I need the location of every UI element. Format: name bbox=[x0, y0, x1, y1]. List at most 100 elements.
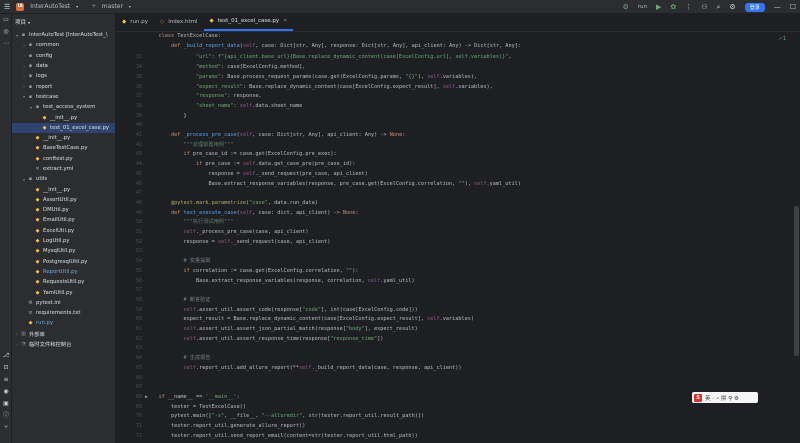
panel-dropdown-icon[interactable]: ▾ bbox=[28, 20, 30, 25]
project-tool-icon[interactable]: ▭ bbox=[0, 14, 12, 26]
tree-item[interactable]: › ▪ common bbox=[12, 40, 115, 50]
code-line[interactable]: """执行测试用例""" bbox=[146, 218, 233, 228]
editor-tab[interactable]: ◇ index.html bbox=[154, 13, 204, 31]
tree-item[interactable]: ▾ ▪ testcase bbox=[12, 92, 115, 102]
code-line[interactable]: "sheet_name": self.data.sheet_name bbox=[146, 102, 302, 112]
tree-item[interactable]: ◆ RequestsUtil.py bbox=[12, 277, 115, 287]
code-line[interactable]: pytest.main(["-s", __file__, "--alluredi… bbox=[146, 412, 424, 422]
code-line[interactable]: "method": case[ExcelConfig.method], bbox=[146, 63, 305, 73]
run-icon[interactable]: ▶ bbox=[656, 2, 661, 12]
tree-item[interactable]: › ◔ 临时文件和控制台 bbox=[12, 339, 115, 349]
code-line[interactable]: tester = TestExcelCase() bbox=[146, 403, 246, 413]
tree-item[interactable]: ✕ extract.yml bbox=[12, 164, 115, 174]
code-line[interactable]: self.report_util.add_allure_report(**sel… bbox=[146, 364, 461, 374]
code-line[interactable]: } bbox=[146, 112, 186, 122]
code-line[interactable]: if pre_case_id := case.get(ExcelConfig.p… bbox=[146, 150, 336, 160]
tree-item[interactable]: ▾ ▪ InterAutoTest [InterAutoTest_\ bbox=[12, 30, 115, 40]
code-line[interactable]: response = self._send_request(case, api_… bbox=[146, 238, 330, 248]
code-line[interactable]: Base.extract_response_variables(response… bbox=[146, 180, 520, 190]
tree-item[interactable]: ◆ conftest.py bbox=[12, 154, 115, 164]
code-line[interactable] bbox=[146, 286, 159, 296]
scrollbar-thumb[interactable] bbox=[794, 206, 799, 356]
sticky-def-line[interactable]: def _build_report_data(self, case: Dict[… bbox=[146, 42, 521, 52]
tree-item[interactable]: › ▪ config bbox=[12, 51, 115, 61]
tree-item[interactable]: ◆ YamlUtil.py bbox=[12, 287, 115, 297]
tree-item[interactable]: ◆ test_01_excel_case.py bbox=[12, 122, 115, 133]
branch-name[interactable]: master bbox=[102, 3, 123, 10]
tree-item[interactable]: › ▪ report bbox=[12, 81, 115, 91]
tree-item[interactable]: ◆ AssertUtil.py bbox=[12, 195, 115, 205]
code-line[interactable]: response = self._send_request(pre_case, … bbox=[146, 170, 367, 180]
settings-icon[interactable]: ⚙ bbox=[729, 2, 735, 12]
tree-item[interactable]: ◆ ReportUtil.py bbox=[12, 267, 115, 277]
code-line[interactable]: tester.report_util.generate_allure_repor… bbox=[146, 422, 305, 432]
editor-tab[interactable]: ◆ run.py bbox=[116, 13, 154, 31]
tree-item[interactable]: › ▪ logs bbox=[12, 71, 115, 81]
tree-item[interactable]: ◆ BaseTestCase.py bbox=[12, 143, 115, 153]
more-actions-icon[interactable]: ⋮ bbox=[685, 2, 692, 12]
run-config-icon[interactable]: ⚙ bbox=[622, 2, 628, 12]
main-menu-icon[interactable]: ☰ bbox=[4, 2, 10, 12]
code-line[interactable] bbox=[146, 383, 159, 393]
code-line[interactable] bbox=[146, 189, 159, 199]
tree-item[interactable]: ◆ DMUtil.py bbox=[12, 205, 115, 215]
tree-item[interactable]: ◆ LogUtil.py bbox=[12, 236, 115, 246]
code-line[interactable]: # 断言验证 bbox=[146, 296, 210, 306]
code-line[interactable]: self._process_pre_case(case, api_client) bbox=[146, 228, 308, 238]
branch-icon[interactable]: ⑂ bbox=[92, 3, 96, 10]
code-line[interactable]: """处理前置用例""" bbox=[146, 141, 233, 151]
code-line[interactable]: "params": Base.process_request_params(ca… bbox=[146, 73, 477, 83]
code-line[interactable] bbox=[146, 247, 159, 257]
editor-tab[interactable]: ◆ test_01_excel_case.py ✕ bbox=[203, 13, 294, 31]
maximize-icon[interactable]: ☐ bbox=[790, 2, 796, 12]
branch-dropdown-icon[interactable]: ▾ bbox=[129, 4, 131, 9]
code-line[interactable]: def _process_pre_case(self, case: Dict[s… bbox=[146, 131, 405, 141]
sticky-class-line[interactable]: class TestExcelCase: bbox=[146, 32, 221, 42]
project-name[interactable]: InterAutoTest bbox=[30, 3, 70, 10]
code-line[interactable]: self.assert_util.assert_response_time(re… bbox=[146, 335, 383, 345]
search-icon[interactable]: ⌕ bbox=[717, 2, 721, 12]
ime-toolbar[interactable]: S 英 · ∘ 拼 ⚲ ⚙ bbox=[692, 392, 758, 403]
tree-item[interactable]: ▾ ▪ test_access_system bbox=[12, 102, 115, 112]
code-line[interactable]: if correlation := case.get(ExcelConfig.c… bbox=[146, 267, 358, 277]
tree-item[interactable]: ≡ requirements.txt bbox=[12, 308, 115, 318]
code-line[interactable] bbox=[146, 344, 159, 354]
tree-item[interactable]: ◆ MysqlUtil.py bbox=[12, 246, 115, 256]
bookmarks-tool-icon[interactable]: ⎇ bbox=[0, 350, 12, 362]
git-tool-icon[interactable]: ⑂ bbox=[0, 422, 12, 434]
code-line[interactable] bbox=[146, 121, 159, 131]
code-line[interactable]: "response": response, bbox=[146, 92, 262, 102]
code-line[interactable]: def test_execute_case(self, case: dict, … bbox=[146, 209, 358, 219]
code-line[interactable]: Base.extract_response_variables(response… bbox=[146, 277, 415, 287]
close-tab-icon[interactable]: ✕ bbox=[283, 18, 287, 24]
code-line[interactable]: self.assert_util.assert_code(response["c… bbox=[146, 306, 417, 316]
code-line[interactable]: if __name__ == '__main__': bbox=[146, 393, 240, 403]
code-line[interactable]: "expect_result": Base.replace_dynamic_co… bbox=[146, 83, 493, 93]
problems-icon[interactable]: ⓘ bbox=[0, 410, 12, 422]
services-icon[interactable]: ◉ bbox=[0, 386, 12, 398]
minimize-icon[interactable]: — bbox=[774, 2, 781, 12]
tree-item[interactable]: ▾ ▪ utils bbox=[12, 174, 115, 184]
tree-item[interactable]: ◆ __init__.py bbox=[12, 184, 115, 194]
python-console-icon[interactable]: ≡ bbox=[0, 374, 12, 386]
terminal-icon[interactable]: ▣ bbox=[0, 398, 12, 410]
tree-item[interactable]: › ▪ data bbox=[12, 61, 115, 71]
code-line[interactable]: tester.report_util.send_report_email(con… bbox=[146, 432, 418, 442]
project-badge[interactable]: IA bbox=[16, 2, 25, 11]
run-config-name[interactable]: run bbox=[638, 4, 647, 10]
debug-icon[interactable]: ✿ bbox=[670, 2, 676, 12]
commit-tool-icon[interactable]: ◎ bbox=[0, 26, 12, 38]
structure-tool-icon[interactable]: ⋯ bbox=[0, 38, 12, 50]
project-dropdown-icon[interactable]: ▾ bbox=[76, 4, 78, 9]
ime-options[interactable]: 英 · ∘ 拼 ⚲ ⚙ bbox=[705, 394, 739, 402]
tree-item[interactable]: ◆ run.py bbox=[12, 318, 115, 328]
python-packages-icon[interactable]: ⊡ bbox=[0, 362, 12, 374]
code-line[interactable]: # 生成报告 bbox=[146, 354, 210, 364]
code-line[interactable]: self.assert_util.assert_json_partial_mat… bbox=[146, 325, 417, 335]
login-button[interactable]: 登录 bbox=[744, 2, 765, 12]
vertical-scrollbar[interactable] bbox=[792, 46, 800, 443]
code-view[interactable]: class TestExcelCase: def _build_report_d… bbox=[146, 32, 786, 443]
code-line[interactable]: expect_result = Base.replace_dynamic_con… bbox=[146, 315, 474, 325]
tree-item[interactable]: ◆ PostgresqlUtil.py bbox=[12, 257, 115, 267]
code-with-me-icon[interactable]: ⚇ bbox=[701, 2, 707, 12]
